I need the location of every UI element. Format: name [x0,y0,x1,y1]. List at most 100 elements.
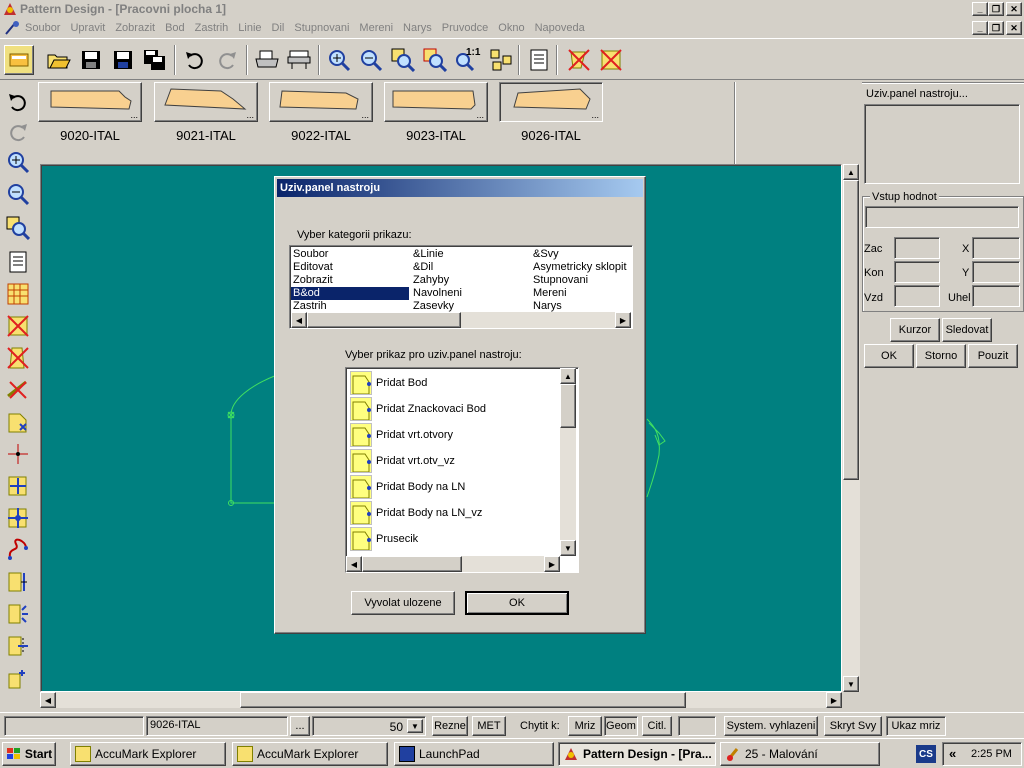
dialog-ok-button[interactable]: OK [465,591,569,615]
scroll-right-icon[interactable]: ▶ [826,692,842,708]
redo-icon[interactable] [212,45,242,75]
command-item[interactable]: Pridat Body na LN_vz [350,500,558,526]
intersect-icon[interactable] [4,440,32,468]
undo-icon[interactable] [180,45,210,75]
category-item[interactable]: Navolneni [411,287,529,300]
add-point-icon[interactable] [4,408,32,436]
pouzit-button[interactable]: Pouzit [968,344,1018,368]
maximize-icon[interactable]: ❐ [988,2,1004,16]
category-item[interactable]: Mereni [531,287,649,300]
piece-thumbnail[interactable]: ... [499,82,603,122]
cmd-scroll-thumb[interactable] [560,384,576,428]
menu-dil[interactable]: Dil [267,22,290,34]
category-item[interactable]: &Dil [411,261,529,274]
hide-seams-button[interactable]: Skryt Svy [824,716,882,736]
piece-thumbnail[interactable]: ... [384,82,488,122]
arrange-icon[interactable] [486,45,516,75]
category-item[interactable]: Stupnovani [531,274,649,287]
save-all-icon[interactable] [140,45,170,75]
y-field[interactable] [972,261,1020,283]
more-icon[interactable]: ... [591,110,599,120]
menu-zastrih[interactable]: Zastrih [190,22,234,34]
piece-thumbnail[interactable]: ... [38,82,142,122]
doc-restore-icon[interactable]: ❐ [988,21,1004,35]
horizontal-scrollbar[interactable]: ◀ ▶ [40,692,842,708]
snap-geom-button[interactable]: Geom [604,716,638,736]
notes-icon[interactable] [4,248,32,276]
more-icon[interactable]: ... [246,110,254,120]
rotate-piece-icon[interactable] [4,664,32,692]
sledovat-button[interactable]: Sledovat [942,318,992,342]
close-piece-icon[interactable] [596,45,626,75]
value-dropdown-icon[interactable]: ▼ [407,719,423,733]
vertical-scrollbar[interactable]: ▲ ▼ [842,164,860,692]
command-item[interactable]: Prusecik [350,526,558,552]
split-piece-icon[interactable] [4,568,32,596]
menu-bod[interactable]: Bod [160,22,190,34]
zoom-full-icon[interactable]: 1:1 [452,45,482,75]
delete-line-icon[interactable] [4,376,32,404]
menu-zobrazit[interactable]: Zobrazit [110,22,160,34]
ok-button[interactable]: OK [864,344,914,368]
task-accumark-explorer-1[interactable]: AccuMark Explorer [70,742,226,766]
zoom-window-icon[interactable] [388,45,418,75]
cmd-hscrollbar[interactable]: ◀ ▶ [346,556,560,572]
language-indicator[interactable]: CS [916,745,936,763]
menu-upravit[interactable]: Upravit [65,22,110,34]
category-item[interactable]: &Svy [531,248,649,261]
piece-thumbnail[interactable]: ... [154,82,258,122]
cmd-scroll-down-icon[interactable]: ▼ [560,540,576,556]
zoom-out-icon[interactable] [356,45,386,75]
zoom-in-icon[interactable] [324,45,354,75]
vzd-field[interactable] [894,285,940,307]
menu-pruvodce[interactable]: Pruvodce [437,22,493,34]
task-launchpad[interactable]: LaunchPad [394,742,554,766]
tray-expand-icon[interactable]: « [949,746,956,761]
delete-point-icon[interactable] [4,344,32,372]
met-button[interactable]: MET [472,716,506,736]
category-item[interactable]: &Linie [411,248,529,261]
menu-napoveda[interactable]: Napoveda [530,22,590,34]
curve-icon[interactable] [4,536,32,564]
sensitivity-button[interactable]: Citl. [642,716,672,736]
command-item[interactable]: Pridat Body na LN [350,474,558,500]
start-button[interactable]: Start [2,742,56,766]
menu-linie[interactable]: Linie [233,22,266,34]
more-icon[interactable]: ... [130,110,138,120]
scroll-up-icon[interactable]: ▲ [843,164,859,180]
category-listbox[interactable]: Soubor &Linie &Svy Editovat &Dil Asymetricky … [289,245,633,329]
rezne-button[interactable]: Rezne [432,716,468,736]
move-points-icon[interactable] [4,504,32,532]
category-item[interactable]: Zobrazit [291,274,409,287]
undo-icon[interactable] [4,88,32,116]
zac-field[interactable] [894,237,940,259]
recall-saved-button[interactable]: Vyvolat ulozene [351,591,455,615]
sensitivity-field[interactable] [678,716,716,736]
task-accumark-explorer-2[interactable]: AccuMark Explorer [232,742,388,766]
command-listbox[interactable]: Pridat Bod Pridat Znackovaci Bod Pridat vr… [345,367,579,573]
scroll-left-icon[interactable]: ◀ [40,692,56,708]
piece-browse-button[interactable]: ... [290,716,310,736]
cat-scroll-left-icon[interactable]: ◀ [291,312,307,328]
category-item[interactable]: Zahyby [411,274,529,287]
cmd-scroll-right-icon[interactable]: ▶ [544,556,560,572]
cmd-scroll-up-icon[interactable]: ▲ [560,368,576,384]
command-item[interactable]: Pridat Bod [350,370,558,396]
delete-piece-icon[interactable] [564,45,594,75]
mirror-icon[interactable] [4,632,32,660]
value-input[interactable] [865,206,1019,228]
cmd-scroll-left-icon[interactable]: ◀ [346,556,362,572]
cat-scroll-right-icon[interactable]: ▶ [615,312,631,328]
zoom-piece-icon[interactable] [420,45,450,75]
vertical-scroll-thumb[interactable] [843,180,859,480]
open-folder-icon[interactable] [44,45,74,75]
minimize-icon[interactable]: _ [972,2,988,16]
redo-icon[interactable] [4,118,32,146]
fold-icon[interactable] [4,600,32,628]
menu-mereni[interactable]: Mereni [354,22,398,34]
x-field[interactable] [972,237,1020,259]
command-item[interactable]: Pridat Znackovaci Bod [350,396,558,422]
zoom-out-icon[interactable] [4,180,32,208]
more-icon[interactable]: ... [476,110,484,120]
doc-close-icon[interactable]: ✕ [1006,21,1022,35]
